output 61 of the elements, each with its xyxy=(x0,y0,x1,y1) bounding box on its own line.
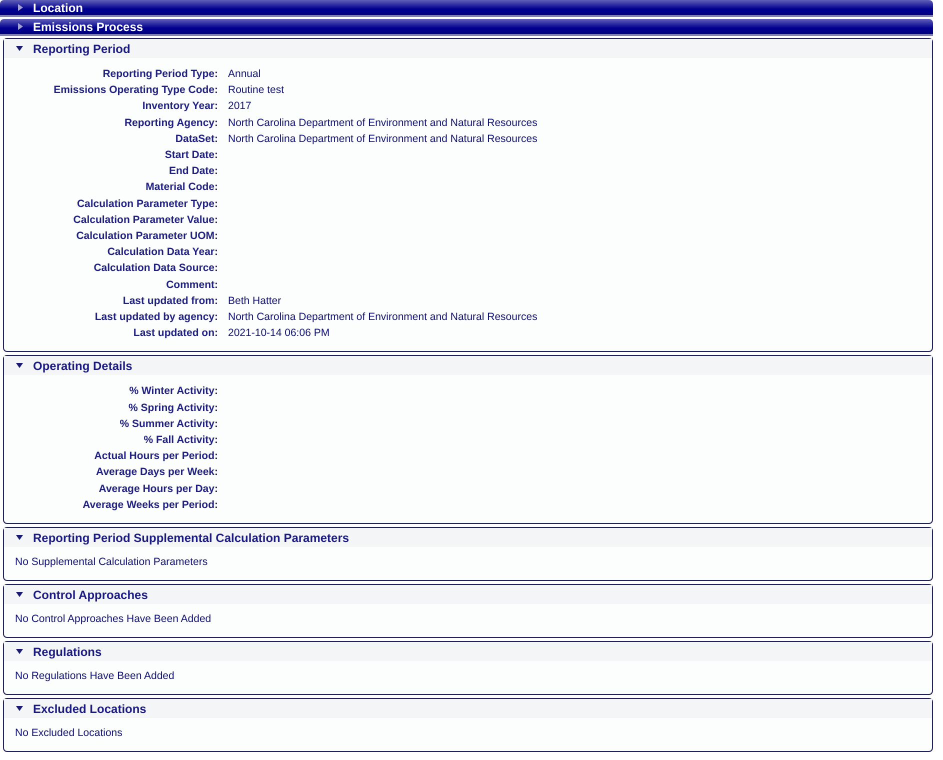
field-label: Reporting Period Type: xyxy=(102,67,218,82)
section-title: Location xyxy=(33,0,83,14)
field-label: Calculation Parameter Value: xyxy=(72,212,218,228)
collapse-arrow-icon xyxy=(16,592,23,598)
field-value: North Carolina Department of Environment and Natural Resources xyxy=(228,116,538,129)
field-label: Last updated on: xyxy=(132,326,218,342)
field-label: Average Weeks per Period: xyxy=(82,498,218,513)
field-value: North Carolina Department of Environment and Natural Resources xyxy=(228,132,538,145)
field-label: End Date: xyxy=(168,164,218,180)
collapse-arrow-icon xyxy=(16,363,23,368)
field-label: % Summer Activity: xyxy=(118,416,218,432)
field-value: 2021-10-14 06:06 PM xyxy=(228,327,330,340)
collapse-arrow-icon xyxy=(16,535,23,540)
section-title: Emissions Process xyxy=(33,20,144,34)
field-value: 2017 xyxy=(228,100,252,112)
field-label: Emissions Operating Type Code: xyxy=(52,83,218,98)
field-label: Inventory Year: xyxy=(141,99,218,114)
section-header[interactable]: Reporting Period Supplemental Calculation Parameters xyxy=(4,528,932,548)
field-label: Calculation Data Year: xyxy=(106,245,218,260)
expand-arrow-icon xyxy=(18,4,23,11)
section-title: Reporting Period Supplemental Calculation Parameters xyxy=(33,530,350,545)
field-label: Average Days per Week: xyxy=(95,465,218,480)
field-label: Comment: xyxy=(165,278,218,293)
section-header[interactable]: Control Approaches xyxy=(4,585,932,604)
empty-message: No Excluded Locations xyxy=(15,727,122,740)
empty-message: No Supplemental Calculation Parameters xyxy=(15,556,208,568)
field-label: % Spring Activity: xyxy=(128,400,218,416)
field-label: Last updated by agency: xyxy=(94,310,218,326)
section-title: Reporting Period xyxy=(33,42,130,56)
field-label: Calculation Data Source: xyxy=(92,261,218,276)
field-value: North Carolina Department of Environment and Natural Resources xyxy=(228,311,538,324)
field-label: Calculation Parameter UOM: xyxy=(75,229,218,244)
field-label: % Fall Activity: xyxy=(142,433,218,448)
field-label: Average Hours per Day: xyxy=(98,482,218,497)
expand-arrow-icon xyxy=(18,23,23,30)
field-value: Annual xyxy=(228,68,261,80)
field-label: Start Date: xyxy=(164,148,218,164)
section-title: Operating Details xyxy=(33,358,132,373)
field-label: Actual Hours per Period: xyxy=(93,449,218,464)
section-header[interactable]: Emissions Process xyxy=(0,19,933,36)
field-label: Reporting Agency: xyxy=(123,116,218,131)
section-title: Excluded Locations xyxy=(33,702,146,716)
section-header[interactable]: Operating Details xyxy=(4,356,932,376)
empty-message: No Control Approaches Have Been Added xyxy=(15,613,212,626)
collapse-arrow-icon xyxy=(16,649,23,654)
section-header[interactable]: Location xyxy=(0,0,933,17)
collapse-arrow-icon xyxy=(16,706,23,712)
field-label: % Winter Activity: xyxy=(128,384,218,400)
section-header[interactable]: Excluded Locations xyxy=(4,699,932,718)
field-label: DataSet: xyxy=(174,132,218,147)
collapse-arrow-icon xyxy=(16,46,23,51)
field-value: Beth Hatter xyxy=(228,294,282,307)
field-label: Calculation Parameter Type: xyxy=(76,196,218,212)
field-label: Last updated from: xyxy=(122,294,218,309)
section-header[interactable]: Regulations xyxy=(4,642,932,662)
field-value: Routine test xyxy=(228,84,284,96)
empty-message: No Regulations Have Been Added xyxy=(15,670,174,682)
section-header[interactable]: Reporting Period xyxy=(4,39,932,58)
section-title: Regulations xyxy=(33,644,102,659)
section-title: Control Approaches xyxy=(33,588,148,602)
field-label: Material Code: xyxy=(144,180,218,196)
